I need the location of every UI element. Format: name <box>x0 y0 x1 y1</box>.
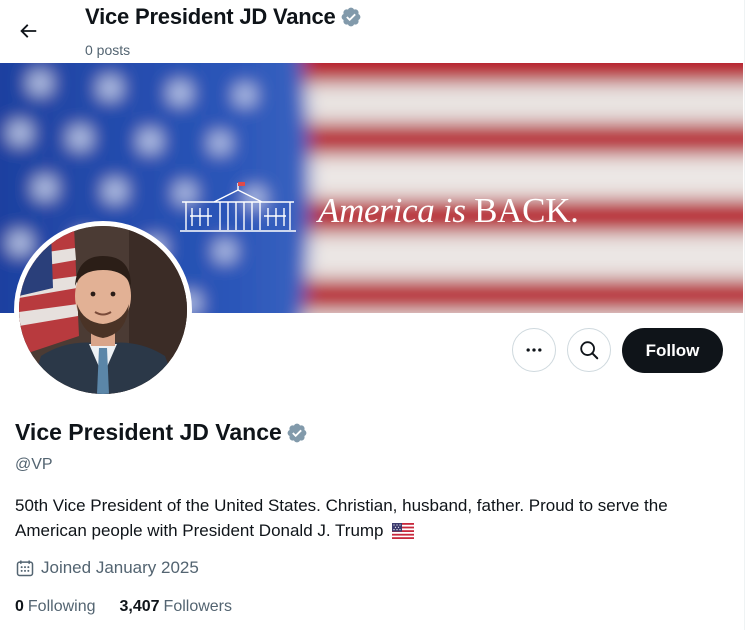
slogan-back: BACK. <box>474 191 579 230</box>
calendar-icon <box>16 560 34 577</box>
search-icon <box>580 341 599 360</box>
search-button[interactable] <box>567 328 611 372</box>
joined-text: Joined January 2025 <box>41 558 199 577</box>
bio-text: 50th Vice President of the United States… <box>15 496 668 540</box>
profile-header: Vice President JD Vance 0 posts <box>0 0 744 63</box>
more-button[interactable] <box>512 328 556 372</box>
following-link[interactable]: 0 Following <box>15 598 96 616</box>
follow-button[interactable]: Follow <box>622 328 723 373</box>
followers-label: Followers <box>163 598 233 615</box>
display-name: Vice President JD Vance <box>15 419 282 445</box>
follow-stats: 0 Following 3,407 Followers <box>15 598 256 616</box>
header-title: Vice President JD Vance <box>85 4 362 30</box>
verified-gray-badge-icon <box>341 7 360 27</box>
banner-slogan: America is BACK. <box>318 191 579 231</box>
white-house-icon <box>180 182 296 232</box>
slogan-america: America <box>318 191 435 230</box>
verified-gray-badge-icon[interactable] <box>286 422 308 444</box>
avatar[interactable] <box>14 221 192 399</box>
arrow-left-icon <box>20 24 37 38</box>
more-dots-icon <box>526 348 542 352</box>
bio: 50th Vice President of the United States… <box>15 493 730 543</box>
header-name: Vice President JD Vance <box>85 4 336 29</box>
handle: @VP <box>15 456 53 473</box>
back-button[interactable] <box>10 13 46 49</box>
following-count: 0 <box>15 598 24 615</box>
profile-photo <box>19 226 187 394</box>
joined-date: Joined January 2025 <box>15 558 199 578</box>
followers-link[interactable]: 3,407 Followers <box>120 598 233 616</box>
followers-count: 3,407 <box>119 598 160 615</box>
profile-page: Vice President JD Vance 0 posts America … <box>0 0 745 630</box>
following-label: Following <box>27 598 96 615</box>
us-flag-icon <box>392 523 415 539</box>
profile-name: Vice President JD Vance <box>15 419 308 446</box>
slogan-is: is <box>434 191 475 230</box>
post-count: 0 posts <box>85 42 131 58</box>
